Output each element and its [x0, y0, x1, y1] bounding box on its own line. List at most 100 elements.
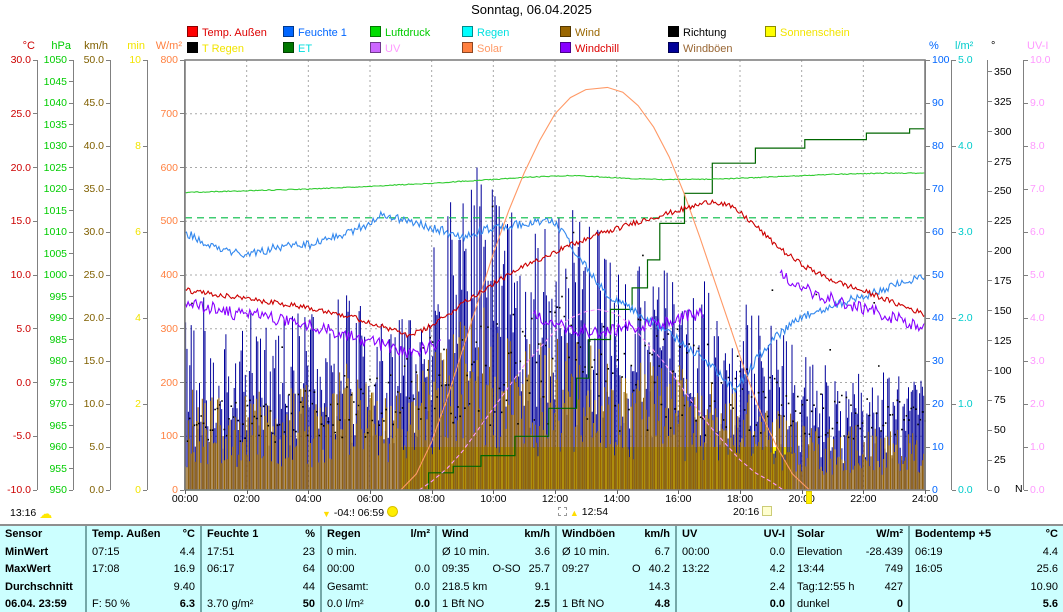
axis-tick	[143, 490, 147, 491]
axis-tick	[1024, 447, 1028, 448]
axis-label: 965	[49, 421, 67, 431]
axis-label: 960	[49, 442, 67, 452]
axis-label: 1.0	[958, 399, 973, 409]
table-row-label: MaxWert	[0, 561, 85, 578]
axis-line-kmh	[110, 60, 111, 490]
axis-tick	[69, 490, 73, 491]
axis-tick	[952, 146, 956, 147]
x-axis-label: 22:00	[841, 493, 885, 505]
table-col-sensor: SensorMinWertMaxWertDurchschnitt06.04. 2…	[0, 526, 85, 612]
weather-day-chart: Sonntag, 06.04.2025 Temp. Außen Feuchte 1…	[0, 0, 1063, 612]
axis-tick	[1024, 60, 1028, 61]
axis-label: 4.0	[1030, 313, 1045, 323]
axis-label: 1050	[44, 55, 67, 65]
table-cell: 09:27O40.2	[557, 561, 675, 578]
axis-tick	[33, 328, 37, 329]
axis-tick	[952, 232, 956, 233]
axis-tick	[69, 167, 73, 168]
table-cell: 00:000.0	[322, 561, 435, 578]
axis-tick	[988, 161, 992, 162]
axis-label: 35.0	[84, 184, 104, 194]
axis-tick	[1024, 275, 1028, 276]
axis-label: 1040	[44, 98, 67, 108]
chart-plot-svg	[184, 59, 926, 491]
axis-tick	[33, 221, 37, 222]
axis-label: 200	[994, 246, 1012, 256]
axis-label: 800	[160, 55, 178, 65]
axis-title-deg: °	[991, 40, 995, 52]
axis-tick	[988, 370, 992, 371]
axis-label: 30.0	[11, 55, 31, 65]
legend-swatch	[462, 42, 473, 53]
x-axis-tick	[370, 490, 371, 494]
table-cell: 2.4	[677, 579, 790, 596]
axis-label: 1020	[44, 184, 67, 194]
axis-label: 300	[160, 324, 178, 334]
table-col: Bodentemp +5°C06:194.416:0525.610.905.6	[908, 526, 1063, 612]
axis-tick	[926, 275, 930, 276]
axis-title-kmh: km/h	[84, 40, 108, 52]
axis-tick	[33, 60, 37, 61]
table-cell: 5.6	[910, 596, 1063, 612]
table-cell: F: 50 %6.3	[87, 596, 200, 612]
legend-label: Sonnenschein	[780, 27, 850, 39]
legend-item: T Regen	[187, 42, 244, 54]
axis-label: 1025	[44, 163, 67, 173]
x-axis-label: 06:00	[348, 493, 392, 505]
legend-item: Luftdruck	[370, 26, 430, 38]
legend-swatch	[187, 42, 198, 53]
axis-label: 6	[135, 227, 141, 237]
axis-label: 25.0	[11, 109, 31, 119]
axis-tick	[69, 318, 73, 319]
axis-label: 1000	[44, 270, 67, 280]
axis-tick	[926, 490, 930, 491]
table-cell: 10.90	[910, 579, 1063, 596]
legend-label: Windchill	[575, 43, 619, 55]
legend-label: Windböen	[683, 43, 733, 55]
axis-tick	[33, 113, 37, 114]
legend-label: Feuchte 1	[298, 27, 347, 39]
axis-label: 5.0	[1030, 270, 1045, 280]
axis-tick	[69, 275, 73, 276]
axis-label: 995	[49, 292, 67, 302]
legend-label: Regen	[477, 27, 509, 39]
axis-tick	[988, 71, 992, 72]
table-cell: dunkel0	[792, 596, 908, 612]
axis-tick	[143, 404, 147, 405]
axis-label: 225	[994, 216, 1012, 226]
sunset-axis-marker	[806, 491, 812, 504]
axis-label: 275	[994, 157, 1012, 167]
legend-swatch	[668, 42, 679, 53]
axis-label: 2	[135, 399, 141, 409]
axis-tick	[952, 490, 956, 491]
axis-label: 40.0	[84, 141, 104, 151]
axis-tick	[926, 232, 930, 233]
axis-tick	[69, 124, 73, 125]
legend-item: Feuchte 1	[283, 26, 347, 38]
axis-tick	[1024, 146, 1028, 147]
legend-item: UV	[370, 42, 400, 54]
legend-item: Windböen	[668, 42, 733, 54]
axis-tick	[926, 60, 930, 61]
legend-label: Temp. Außen	[202, 27, 267, 39]
axis-tick	[1024, 404, 1028, 405]
x-axis-tick	[185, 490, 186, 494]
axis-tick	[988, 490, 992, 491]
x-axis-label: 18:00	[718, 493, 762, 505]
axis-tick	[69, 60, 73, 61]
axis-tick	[106, 189, 110, 190]
table-cell: 13:224.2	[677, 561, 790, 578]
axis-label: 2.0	[1030, 399, 1045, 409]
x-axis-tick	[863, 490, 864, 494]
axis-label: 0.0	[1030, 485, 1045, 495]
axis-line-min	[147, 60, 148, 490]
legend-swatch	[560, 26, 571, 37]
axis-tick	[926, 189, 930, 190]
table-cell: 13:44749	[792, 561, 908, 578]
axis-label: 40	[932, 313, 944, 323]
legend-swatch	[370, 42, 381, 53]
page-title: Sonntag, 06.04.2025	[0, 2, 1063, 17]
axis-label: 1015	[44, 206, 67, 216]
axis-label: 0	[135, 485, 141, 495]
x-axis-tick	[555, 490, 556, 494]
